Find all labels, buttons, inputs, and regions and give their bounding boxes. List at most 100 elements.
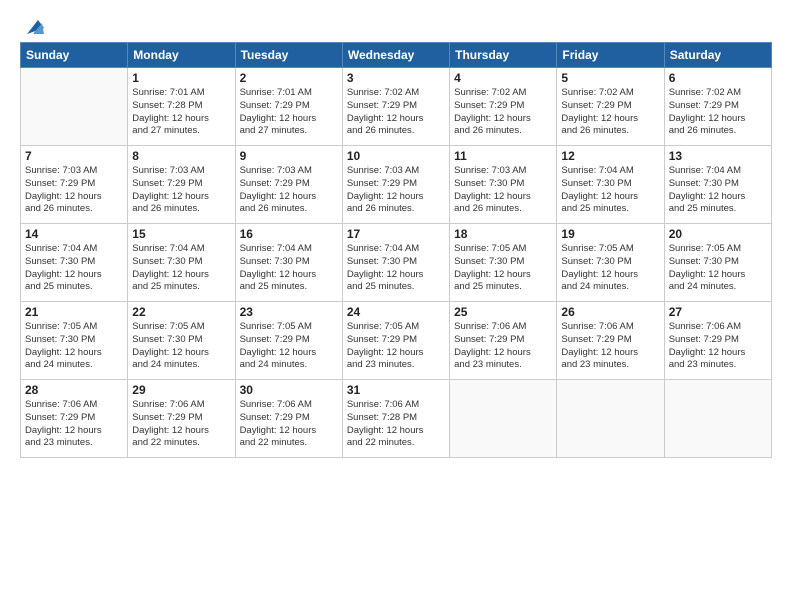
calendar-day-cell: 18 Sunrise: 7:05 AM Sunset: 7:30 PM Dayli… xyxy=(450,224,557,302)
day-number: 7 xyxy=(25,149,123,163)
calendar-body: 1 Sunrise: 7:01 AM Sunset: 7:28 PM Daylig… xyxy=(21,68,772,458)
day-number: 18 xyxy=(454,227,552,241)
calendar-day-cell: 1 Sunrise: 7:01 AM Sunset: 7:28 PM Daylig… xyxy=(128,68,235,146)
day-info: Sunrise: 7:04 AM Sunset: 7:30 PM Dayligh… xyxy=(347,243,445,294)
day-number: 1 xyxy=(132,71,230,85)
day-info: Sunrise: 7:06 AM Sunset: 7:29 PM Dayligh… xyxy=(669,321,767,372)
day-number: 5 xyxy=(561,71,659,85)
calendar-day-cell: 29Sunrise: 7:06 AM Sunset: 7:29 PM Dayli… xyxy=(128,380,235,458)
day-info: Sunrise: 7:03 AM Sunset: 7:29 PM Dayligh… xyxy=(132,165,230,216)
day-number: 21 xyxy=(25,305,123,319)
calendar-header-cell: Sunday xyxy=(21,43,128,68)
calendar-day-cell: 13 Sunrise: 7:04 AM Sunset: 7:30 PM Dayli… xyxy=(664,146,771,224)
calendar-day-cell: 9Sunrise: 7:03 AM Sunset: 7:29 PM Daylig… xyxy=(235,146,342,224)
calendar-day-cell: 27 Sunrise: 7:06 AM Sunset: 7:29 PM Dayli… xyxy=(664,302,771,380)
calendar-day-cell: 15Sunrise: 7:04 AM Sunset: 7:30 PM Dayli… xyxy=(128,224,235,302)
day-number: 23 xyxy=(240,305,338,319)
day-info: Sunrise: 7:04 AM Sunset: 7:30 PM Dayligh… xyxy=(669,165,767,216)
day-info: Sunrise: 7:06 AM Sunset: 7:29 PM Dayligh… xyxy=(25,399,123,450)
calendar-header-cell: Friday xyxy=(557,43,664,68)
day-number: 31 xyxy=(347,383,445,397)
day-number: 20 xyxy=(669,227,767,241)
calendar-week-row: 1 Sunrise: 7:01 AM Sunset: 7:28 PM Daylig… xyxy=(21,68,772,146)
calendar-day-cell: 7 Sunrise: 7:03 AM Sunset: 7:29 PM Daylig… xyxy=(21,146,128,224)
calendar-day-cell: 6 Sunrise: 7:02 AM Sunset: 7:29 PM Daylig… xyxy=(664,68,771,146)
calendar-day-cell: 3Sunrise: 7:02 AM Sunset: 7:29 PM Daylig… xyxy=(342,68,449,146)
day-info: Sunrise: 7:06 AM Sunset: 7:29 PM Dayligh… xyxy=(132,399,230,450)
day-info: Sunrise: 7:05 AM Sunset: 7:29 PM Dayligh… xyxy=(347,321,445,372)
day-info: Sunrise: 7:05 AM Sunset: 7:30 PM Dayligh… xyxy=(669,243,767,294)
calendar-day-cell: 12 Sunrise: 7:04 AM Sunset: 7:30 PM Dayli… xyxy=(557,146,664,224)
calendar-day-cell: 31 Sunrise: 7:06 AM Sunset: 7:28 PM Dayli… xyxy=(342,380,449,458)
day-info: Sunrise: 7:01 AM Sunset: 7:28 PM Dayligh… xyxy=(132,87,230,138)
calendar-day-cell: 5 Sunrise: 7:02 AM Sunset: 7:29 PM Daylig… xyxy=(557,68,664,146)
day-number: 22 xyxy=(132,305,230,319)
calendar-header-row: SundayMondayTuesdayWednesdayThursdayFrid… xyxy=(21,43,772,68)
calendar-header-cell: Monday xyxy=(128,43,235,68)
calendar-day-cell: 20 Sunrise: 7:05 AM Sunset: 7:30 PM Dayli… xyxy=(664,224,771,302)
calendar-day-cell xyxy=(450,380,557,458)
calendar-day-cell: 28 Sunrise: 7:06 AM Sunset: 7:29 PM Dayli… xyxy=(21,380,128,458)
calendar-week-row: 14 Sunrise: 7:04 AM Sunset: 7:30 PM Dayli… xyxy=(21,224,772,302)
calendar-day-cell: 22 Sunrise: 7:05 AM Sunset: 7:30 PM Dayli… xyxy=(128,302,235,380)
day-number: 30 xyxy=(240,383,338,397)
calendar-week-row: 28 Sunrise: 7:06 AM Sunset: 7:29 PM Dayli… xyxy=(21,380,772,458)
day-info: Sunrise: 7:03 AM Sunset: 7:29 PM Dayligh… xyxy=(347,165,445,216)
day-info: Sunrise: 7:05 AM Sunset: 7:30 PM Dayligh… xyxy=(561,243,659,294)
calendar-day-cell xyxy=(664,380,771,458)
day-number: 15 xyxy=(132,227,230,241)
day-info: Sunrise: 7:05 AM Sunset: 7:29 PM Dayligh… xyxy=(240,321,338,372)
day-info: Sunrise: 7:02 AM Sunset: 7:29 PM Dayligh… xyxy=(454,87,552,138)
calendar-header-cell: Tuesday xyxy=(235,43,342,68)
day-info: Sunrise: 7:05 AM Sunset: 7:30 PM Dayligh… xyxy=(454,243,552,294)
day-info: Sunrise: 7:03 AM Sunset: 7:29 PM Dayligh… xyxy=(240,165,338,216)
day-info: Sunrise: 7:06 AM Sunset: 7:29 PM Dayligh… xyxy=(240,399,338,450)
day-info: Sunrise: 7:05 AM Sunset: 7:30 PM Dayligh… xyxy=(132,321,230,372)
day-number: 4 xyxy=(454,71,552,85)
day-number: 17 xyxy=(347,227,445,241)
day-number: 24 xyxy=(347,305,445,319)
calendar-day-cell: 10 Sunrise: 7:03 AM Sunset: 7:29 PM Dayli… xyxy=(342,146,449,224)
day-info: Sunrise: 7:06 AM Sunset: 7:29 PM Dayligh… xyxy=(454,321,552,372)
calendar-week-row: 7 Sunrise: 7:03 AM Sunset: 7:29 PM Daylig… xyxy=(21,146,772,224)
day-info: Sunrise: 7:01 AM Sunset: 7:29 PM Dayligh… xyxy=(240,87,338,138)
day-number: 8 xyxy=(132,149,230,163)
calendar-day-cell: 24 Sunrise: 7:05 AM Sunset: 7:29 PM Dayli… xyxy=(342,302,449,380)
logo-icon xyxy=(22,18,44,36)
calendar-day-cell: 23 Sunrise: 7:05 AM Sunset: 7:29 PM Dayli… xyxy=(235,302,342,380)
calendar-day-cell: 2 Sunrise: 7:01 AM Sunset: 7:29 PM Daylig… xyxy=(235,68,342,146)
day-info: Sunrise: 7:05 AM Sunset: 7:30 PM Dayligh… xyxy=(25,321,123,372)
calendar-day-cell: 30 Sunrise: 7:06 AM Sunset: 7:29 PM Dayli… xyxy=(235,380,342,458)
day-number: 2 xyxy=(240,71,338,85)
day-number: 16 xyxy=(240,227,338,241)
calendar-day-cell: 11 Sunrise: 7:03 AM Sunset: 7:30 PM Dayli… xyxy=(450,146,557,224)
day-info: Sunrise: 7:04 AM Sunset: 7:30 PM Dayligh… xyxy=(561,165,659,216)
day-info: Sunrise: 7:02 AM Sunset: 7:29 PM Dayligh… xyxy=(561,87,659,138)
day-info: Sunrise: 7:06 AM Sunset: 7:28 PM Dayligh… xyxy=(347,399,445,450)
calendar-week-row: 21 Sunrise: 7:05 AM Sunset: 7:30 PM Dayli… xyxy=(21,302,772,380)
day-number: 3 xyxy=(347,71,445,85)
day-number: 6 xyxy=(669,71,767,85)
calendar-day-cell: 26Sunrise: 7:06 AM Sunset: 7:29 PM Dayli… xyxy=(557,302,664,380)
day-info: Sunrise: 7:06 AM Sunset: 7:29 PM Dayligh… xyxy=(561,321,659,372)
calendar-header-cell: Wednesday xyxy=(342,43,449,68)
calendar-day-cell xyxy=(21,68,128,146)
day-info: Sunrise: 7:02 AM Sunset: 7:29 PM Dayligh… xyxy=(669,87,767,138)
day-number: 12 xyxy=(561,149,659,163)
day-number: 11 xyxy=(454,149,552,163)
day-number: 28 xyxy=(25,383,123,397)
calendar-day-cell xyxy=(557,380,664,458)
day-number: 25 xyxy=(454,305,552,319)
day-info: Sunrise: 7:03 AM Sunset: 7:29 PM Dayligh… xyxy=(25,165,123,216)
day-info: Sunrise: 7:04 AM Sunset: 7:30 PM Dayligh… xyxy=(240,243,338,294)
calendar-header-cell: Thursday xyxy=(450,43,557,68)
day-number: 27 xyxy=(669,305,767,319)
day-number: 10 xyxy=(347,149,445,163)
day-number: 14 xyxy=(25,227,123,241)
calendar-day-cell: 19 Sunrise: 7:05 AM Sunset: 7:30 PM Dayli… xyxy=(557,224,664,302)
day-number: 19 xyxy=(561,227,659,241)
day-number: 13 xyxy=(669,149,767,163)
calendar-day-cell: 17 Sunrise: 7:04 AM Sunset: 7:30 PM Dayli… xyxy=(342,224,449,302)
day-info: Sunrise: 7:03 AM Sunset: 7:30 PM Dayligh… xyxy=(454,165,552,216)
calendar-header-cell: Saturday xyxy=(664,43,771,68)
